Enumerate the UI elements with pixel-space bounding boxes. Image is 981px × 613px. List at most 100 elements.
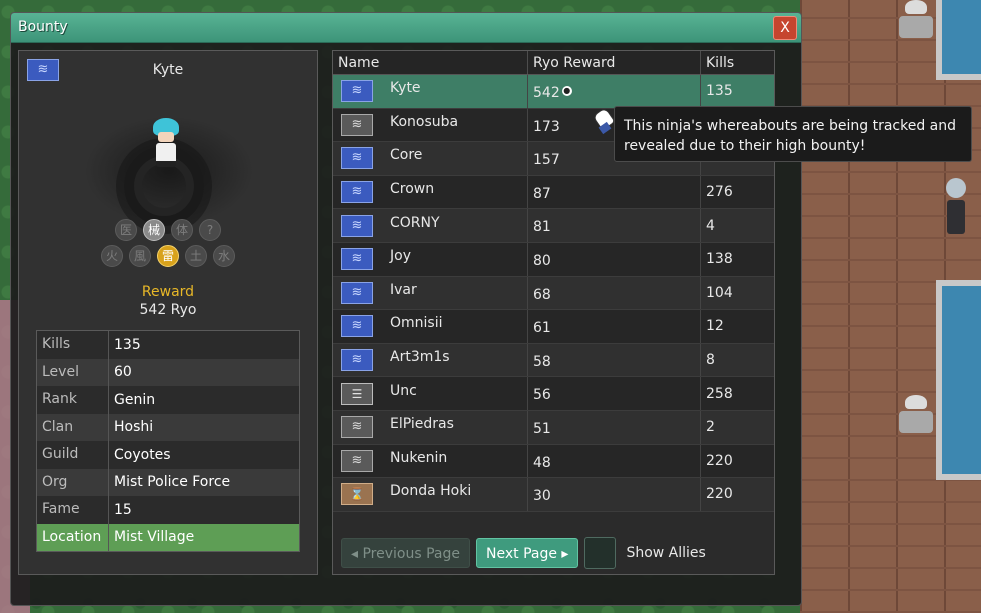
village-flag-icon [341, 281, 373, 304]
show-allies-checkbox[interactable] [584, 537, 617, 569]
eye-icon[interactable]: ● [561, 86, 572, 96]
stat-value: 15 [114, 501, 132, 518]
character-sprite [151, 118, 181, 178]
reward-label: Reward [141, 284, 195, 300]
tracking-tooltip: This ninja's whereabouts are being track… [614, 106, 972, 162]
table-row[interactable]: Omnisii 61 12 [333, 310, 774, 344]
ryo-value: 61 [533, 320, 551, 337]
player-name: Nukenin [390, 449, 448, 466]
cell-kills: 135 [706, 83, 733, 100]
window-titlebar[interactable]: Bounty X [11, 13, 801, 43]
water-pool-top [936, 0, 981, 80]
cell-kills: 220 [706, 486, 733, 503]
table-row[interactable]: CORNY 81 4 [333, 209, 774, 243]
table-header: Name Ryo Reward Kills [333, 51, 774, 75]
stat-value: Coyotes [114, 446, 171, 463]
water-icon: 水 [213, 245, 235, 267]
stats-table: Kills 135 Level 60 Rank Genin Clan Hoshi Gui… [36, 330, 300, 552]
stat-value: Hoshi [114, 419, 154, 436]
stat-row-org: Org Mist Police Force [37, 468, 299, 496]
village-flag-icon [341, 483, 373, 506]
cell-kills: 138 [706, 251, 733, 268]
cell-ryo: 58 [528, 343, 701, 377]
village-flag-icon [341, 382, 373, 405]
fire-icon: 火 [101, 245, 123, 267]
ryo-value: 68 [533, 286, 551, 303]
stat-key: Fame [37, 496, 109, 524]
ryo-value: 173 [533, 118, 560, 135]
village-flag-icon [341, 80, 373, 103]
cell-kills: 4 [706, 217, 715, 234]
window-title: Bounty [18, 19, 68, 35]
tooltip-line: revealed due to their high bounty! [624, 138, 866, 154]
cell-kills: 8 [706, 352, 715, 369]
npc-character[interactable] [944, 178, 968, 234]
table-row[interactable]: Ivar 68 104 [333, 276, 774, 311]
player-name: Omnisii [390, 315, 443, 332]
stat-row-level: Level 60 [37, 358, 299, 386]
stat-key: Clan [37, 413, 109, 441]
stat-row-fame: Fame 15 [37, 496, 299, 524]
column-header-kills[interactable]: Kills [701, 51, 774, 74]
player-name: Core [390, 147, 423, 164]
ryo-value: 56 [533, 387, 551, 404]
next-page-button[interactable]: Next Page ▸ [476, 538, 579, 568]
cell-kills: 258 [706, 385, 733, 402]
cell-kills: 2 [706, 419, 715, 436]
stat-key: Location [37, 523, 109, 551]
ryo-value: 157 [533, 152, 560, 169]
stat-row-guild: Guild Coyotes [37, 441, 299, 469]
column-header-name[interactable]: Name [333, 51, 528, 74]
cell-name: Unc [333, 377, 528, 410]
stat-row-kills: Kills 135 [37, 331, 299, 359]
mechanical-icon: 械 [143, 219, 165, 241]
cell-ryo: 61 [528, 310, 701, 343]
cell-name: Ivar [333, 276, 528, 310]
cell-ryo: 51 [528, 410, 701, 444]
village-flag-icon [341, 416, 373, 439]
table-row[interactable]: ElPiedras 51 2 [333, 410, 774, 445]
village-flag-icon [341, 349, 373, 372]
ryo-value: 30 [533, 488, 551, 505]
close-button[interactable]: X [773, 16, 797, 40]
hand-cursor-icon [590, 106, 616, 135]
cell-ryo: 48 [528, 444, 701, 478]
cell-name: Omnisii [333, 310, 528, 343]
column-header-ryo[interactable]: Ryo Reward [528, 51, 701, 74]
table-row[interactable]: Nukenin 48 220 [333, 444, 774, 479]
cell-ryo: 30 [528, 478, 701, 511]
statue-icon [898, 0, 934, 40]
stat-row-rank: Rank Genin [37, 386, 299, 414]
cell-name: Joy [333, 242, 528, 276]
table-row[interactable]: Joy 80 138 [333, 242, 774, 277]
table-row[interactable]: Crown 87 276 [333, 175, 774, 210]
tooltip-line: This ninja's whereabouts are being track… [624, 118, 957, 134]
player-name: Kyte [390, 80, 421, 97]
cell-name: Core [333, 142, 528, 175]
previous-page-button[interactable]: ◂ Previous Page [341, 538, 470, 568]
show-allies-label: Show Allies [626, 545, 706, 561]
player-name: ElPiedras [390, 416, 454, 433]
earth-icon: 土 [185, 245, 207, 267]
cell-ryo: 56 [528, 377, 701, 410]
village-flag-icon [341, 248, 373, 271]
cell-kills: 220 [706, 452, 733, 469]
reward-value: 542 Ryo [139, 302, 197, 318]
table-row[interactable]: Art3m1s 58 8 [333, 343, 774, 378]
table-row[interactable]: Unc 56 258 [333, 377, 774, 411]
ryo-value: 542 [533, 85, 560, 101]
stat-key: Rank [37, 386, 109, 414]
cell-name: ElPiedras [333, 410, 528, 444]
element-icons: 火 風 雷 土 水 [19, 245, 317, 267]
pagination-bar: ◂ Previous Page Next Page ▸ Show Allies [341, 537, 706, 569]
cell-ryo: 87 [528, 175, 701, 209]
player-name: Art3m1s [390, 349, 450, 366]
stat-key: Kills [37, 331, 109, 359]
cell-name: CORNY [333, 209, 528, 242]
cell-name: Kyte [333, 75, 528, 108]
village-flag-icon [341, 147, 373, 170]
table-row[interactable]: Donda Hoki 30 220 [333, 478, 774, 512]
cell-name: Nukenin [333, 444, 528, 478]
table-row[interactable]: Kyte 542● 135 [333, 75, 774, 109]
player-name: Unc [390, 382, 417, 399]
